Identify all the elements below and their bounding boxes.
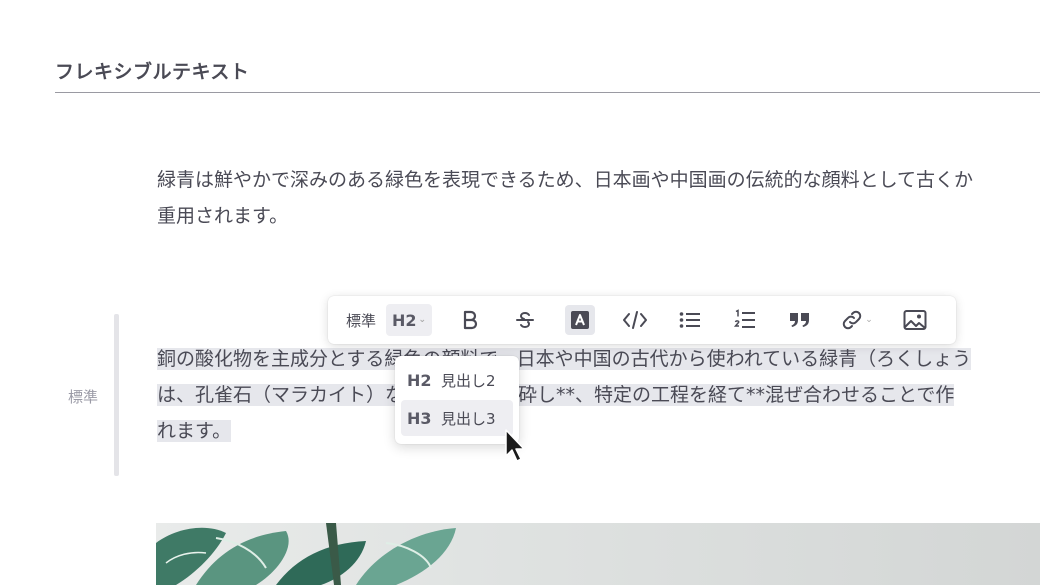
dropdown-item-label: 見出し2 <box>441 371 496 390</box>
paragraph-2[interactable]: 銅の酸化物を主成分とする緑色の顔料で、日本や中国の古代から使われている緑青（ろく… <box>157 341 1040 449</box>
bullet-list-icon <box>679 310 701 330</box>
text-color-icon <box>564 305 595 335</box>
plant-photo <box>156 523 1040 585</box>
numbered-list-icon <box>733 309 756 331</box>
dropdown-item-tag: H3 <box>407 408 432 428</box>
bold-button[interactable] <box>442 304 497 336</box>
section-title: フレキシブルテキスト <box>55 61 250 83</box>
paragraph-2-line-2: は、孔雀石（マラカイト）などの鉱石を粉砕し**、特定の工程を経て**混ぜ合わせる… <box>157 384 955 406</box>
bold-icon <box>461 310 479 330</box>
paragraph-2-line-1: 銅の酸化物を主成分とする緑色の顔料で、日本や中国の古代から使われている緑青（ろく… <box>157 348 972 370</box>
formatting-toolbar: 標準 H2 ⌄ ⌄ <box>328 296 956 344</box>
paragraph-1[interactable]: 緑青は鮮やかで深みのある緑色を表現できるため、日本画や中国画の伝統的な顔料として… <box>157 162 1040 234</box>
link-icon <box>841 309 863 331</box>
link-button[interactable]: ⌄ <box>827 304 887 336</box>
paragraph-1-line-1: 緑青は鮮やかで深みのある緑色を表現できるため、日本画や中国画の伝統的な顔料として… <box>157 169 974 191</box>
code-icon <box>622 310 648 330</box>
image-button[interactable] <box>887 304 942 336</box>
mouse-cursor-icon <box>504 428 526 468</box>
quote-button[interactable] <box>772 304 827 336</box>
chevron-down-icon: ⌄ <box>865 315 873 325</box>
strikethrough-button[interactable] <box>497 304 552 336</box>
dropdown-item-h3[interactable]: H3 見出し3 <box>401 400 513 436</box>
text-color-button[interactable] <box>552 304 607 336</box>
dropdown-item-tag: H2 <box>407 370 432 390</box>
dropdown-item-h2[interactable]: H2 見出し2 <box>401 362 513 398</box>
quote-icon <box>789 311 811 329</box>
numbered-list-button[interactable] <box>717 304 772 336</box>
code-button[interactable] <box>607 304 662 336</box>
paragraph-2-line-3: れます。 <box>157 420 232 442</box>
strikethrough-icon <box>515 310 535 330</box>
paragraph-1-line-2: 重用されます。 <box>157 205 289 227</box>
block-style-label[interactable]: 標準 <box>68 386 98 407</box>
heading-select-button[interactable]: H2 ⌄ <box>386 304 432 336</box>
chevron-down-icon: ⌄ <box>418 315 427 325</box>
heading-dropdown: H2 見出し2 H3 見出し3 <box>395 356 519 444</box>
image-icon <box>903 309 927 331</box>
bullet-list-button[interactable] <box>662 304 717 336</box>
heading-select-label: H2 <box>391 310 417 330</box>
style-normal-button[interactable]: 標準 <box>336 304 386 336</box>
dropdown-item-label: 見出し3 <box>441 409 496 428</box>
block-indicator-bar <box>114 314 119 476</box>
title-divider <box>55 92 1040 93</box>
